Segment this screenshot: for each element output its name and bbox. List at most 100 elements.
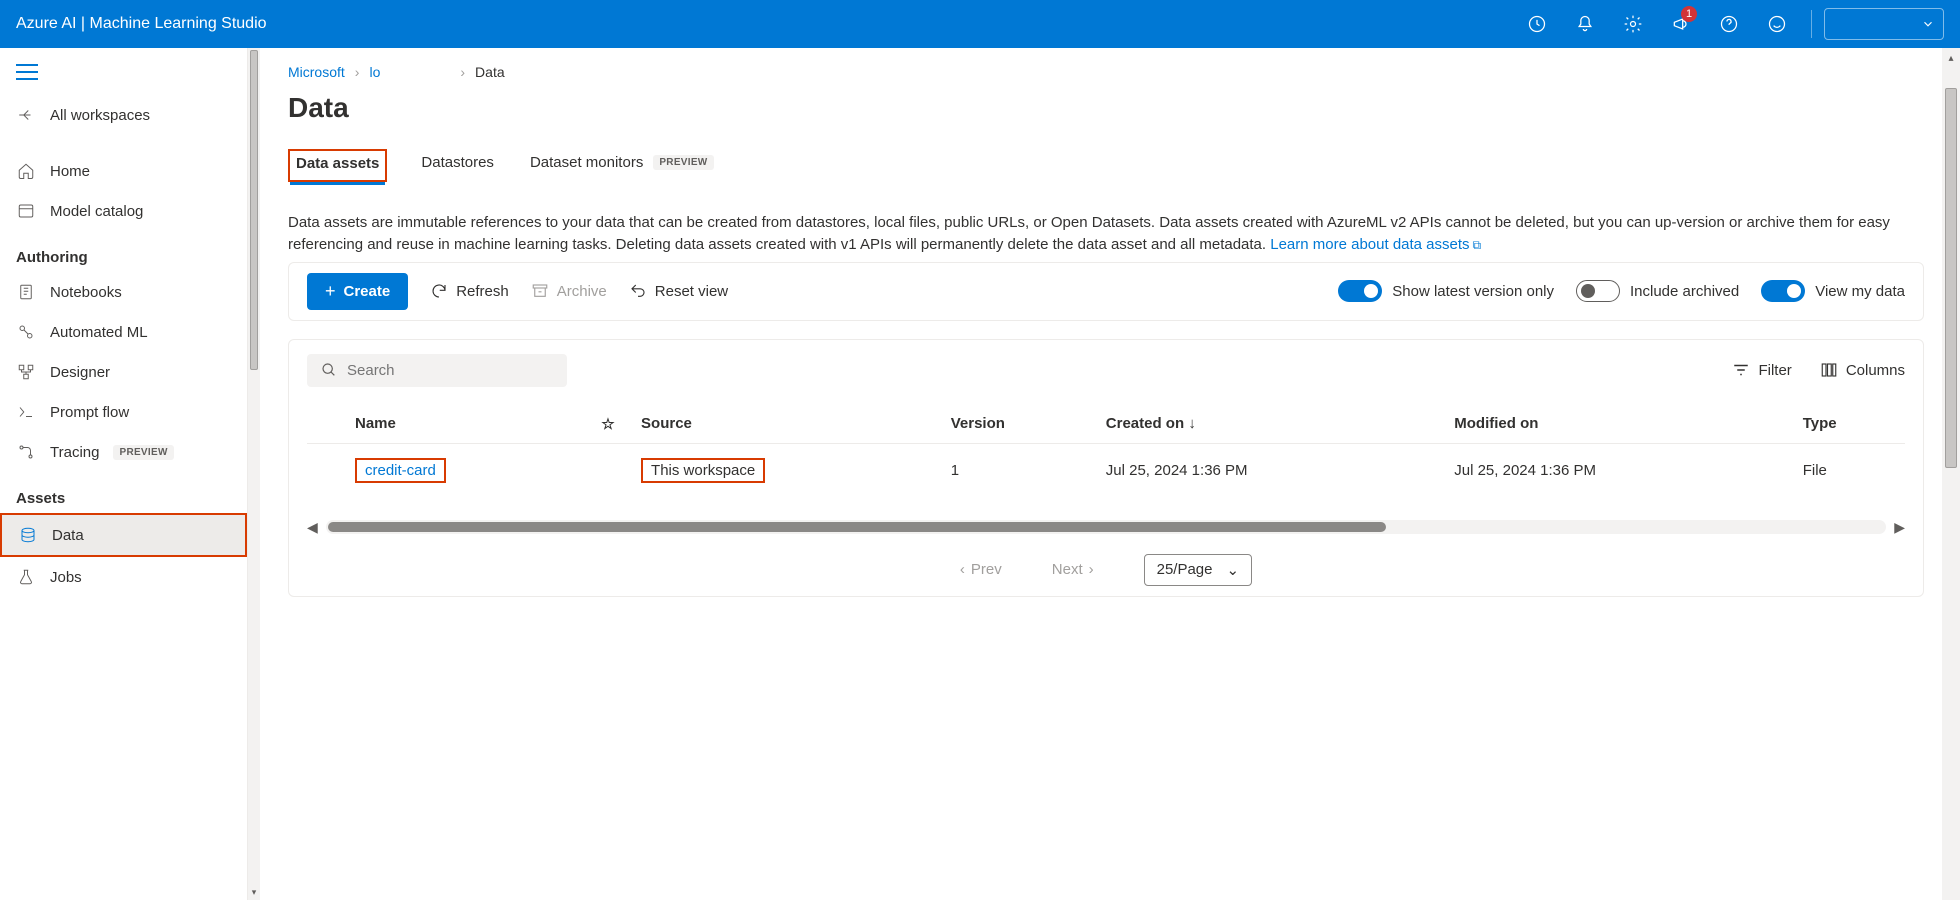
col-source[interactable]: Source: [633, 405, 943, 444]
learn-more-link[interactable]: Learn more about data assets⧉: [1270, 236, 1481, 253]
scroll-left-icon[interactable]: ◀: [307, 519, 318, 536]
nav-prompt-flow[interactable]: Prompt flow: [0, 392, 247, 432]
search-input-wrapper[interactable]: [307, 354, 567, 387]
home-icon: [16, 161, 36, 181]
nav-automated-ml[interactable]: Automated ML: [0, 312, 247, 352]
scroll-right-icon[interactable]: ▶: [1894, 519, 1905, 536]
toggle-show-latest[interactable]: Show latest version only: [1338, 280, 1554, 302]
notification-badge: 1: [1681, 6, 1697, 22]
external-link-icon: ⧉: [1473, 238, 1482, 252]
table-header-row: Name ☆ Source Version Created on ↓ Modif…: [307, 405, 1905, 444]
sort-desc-icon: ↓: [1188, 415, 1196, 432]
tab-datastores[interactable]: Datastores: [419, 148, 496, 183]
asset-source: This workspace: [641, 458, 765, 483]
breadcrumb-root[interactable]: Microsoft: [288, 64, 345, 80]
reset-view-button[interactable]: Reset view: [629, 282, 728, 300]
nav-model-catalog[interactable]: Model catalog: [0, 191, 247, 231]
chevron-down-icon: ⌄: [1227, 561, 1240, 579]
notifications-icon[interactable]: [1563, 2, 1607, 46]
col-type[interactable]: Type: [1795, 405, 1905, 444]
designer-icon: [16, 362, 36, 382]
announcements-icon[interactable]: 1: [1659, 2, 1703, 46]
help-icon[interactable]: [1707, 2, 1751, 46]
nav-data[interactable]: Data: [0, 513, 247, 557]
toggle-view-my-data[interactable]: View my data: [1761, 280, 1905, 302]
col-modified[interactable]: Modified on: [1446, 405, 1794, 444]
archive-icon: [531, 282, 549, 300]
account-switcher[interactable]: [1824, 8, 1944, 40]
recent-icon[interactable]: [1515, 2, 1559, 46]
next-page-button[interactable]: Next›: [1052, 561, 1094, 578]
nav-label: Automated ML: [50, 324, 148, 341]
nav-all-workspaces[interactable]: All workspaces: [0, 95, 247, 135]
nav-jobs[interactable]: Jobs: [0, 557, 247, 597]
nav-label: Notebooks: [50, 284, 122, 301]
flask-icon: [16, 567, 36, 587]
col-created[interactable]: Created on ↓: [1098, 405, 1446, 444]
back-arrow-icon: [16, 105, 36, 125]
chevron-right-icon: ›: [1089, 561, 1094, 578]
create-button[interactable]: +Create: [307, 273, 408, 310]
app-title: Azure AI | Machine Learning Studio: [16, 15, 267, 33]
sidebar-scrollbar[interactable]: ▾: [248, 48, 260, 900]
asset-version: 1: [943, 443, 1098, 497]
data-table-card: Filter Columns Name ☆ Source Version Cre…: [288, 339, 1924, 597]
archive-button: Archive: [531, 282, 607, 300]
breadcrumb-current: Data: [475, 64, 505, 80]
nav-section-authoring: Authoring: [0, 231, 247, 272]
header-actions: 1: [1515, 2, 1944, 46]
search-input[interactable]: [347, 362, 553, 379]
data-assets-table: Name ☆ Source Version Created on ↓ Modif…: [307, 405, 1905, 497]
columns-icon: [1820, 361, 1838, 379]
tab-data-assets[interactable]: Data assets: [288, 149, 387, 182]
star-icon[interactable]: ☆: [601, 416, 614, 433]
global-header: Azure AI | Machine Learning Studio 1: [0, 0, 1960, 48]
horizontal-scrollbar[interactable]: ◀ ▶: [307, 519, 1905, 536]
main-scrollbar[interactable]: ▴: [1942, 48, 1960, 900]
nav-home[interactable]: Home: [0, 151, 247, 191]
nav-label: Home: [50, 163, 90, 180]
col-name[interactable]: Name: [347, 405, 583, 444]
chevron-right-icon: ›: [355, 64, 360, 80]
refresh-icon: [430, 282, 448, 300]
nav-label: Tracing: [50, 444, 99, 461]
chevron-left-icon: ‹: [960, 561, 965, 578]
page-title: Data: [288, 92, 1942, 124]
nav-label: All workspaces: [50, 107, 150, 124]
filter-icon: [1732, 361, 1750, 379]
nav-tracing[interactable]: TracingPREVIEW: [0, 432, 247, 472]
breadcrumb-workspace[interactable]: lo: [369, 64, 380, 80]
pagination: ‹Prev Next› 25/Page⌄: [307, 554, 1905, 586]
nav-notebooks[interactable]: Notebooks: [0, 272, 247, 312]
refresh-button[interactable]: Refresh: [430, 282, 509, 300]
toggle-include-archived[interactable]: Include archived: [1576, 280, 1739, 302]
main-content: Microsoft › lo › Data Data Data assets D…: [260, 48, 1942, 900]
tab-dataset-monitors[interactable]: Dataset monitorsPREVIEW: [528, 148, 716, 183]
breadcrumb: Microsoft › lo › Data: [288, 64, 1942, 80]
command-bar: +Create Refresh Archive Reset view Show …: [288, 262, 1924, 321]
col-version[interactable]: Version: [943, 405, 1098, 444]
feedback-icon[interactable]: [1755, 2, 1799, 46]
collapse-nav-button[interactable]: [0, 56, 247, 95]
header-divider: [1811, 10, 1812, 38]
chevron-right-icon: ›: [460, 64, 465, 80]
nav-designer[interactable]: Designer: [0, 352, 247, 392]
table-row[interactable]: credit-card This workspace 1 Jul 25, 202…: [307, 443, 1905, 497]
tracing-icon: [16, 442, 36, 462]
page-size-select[interactable]: 25/Page⌄: [1144, 554, 1252, 586]
filter-button[interactable]: Filter: [1732, 361, 1791, 379]
nav-label: Designer: [50, 364, 110, 381]
nav-label: Jobs: [50, 569, 82, 586]
settings-icon[interactable]: [1611, 2, 1655, 46]
asset-name-link[interactable]: credit-card: [355, 458, 446, 483]
nav-label: Prompt flow: [50, 404, 129, 421]
nav-label: Model catalog: [50, 203, 143, 220]
asset-created: Jul 25, 2024 1:36 PM: [1098, 443, 1446, 497]
search-icon: [321, 362, 337, 378]
asset-modified: Jul 25, 2024 1:36 PM: [1446, 443, 1794, 497]
nav-label: Data: [52, 527, 84, 544]
catalog-icon: [16, 201, 36, 221]
prev-page-button[interactable]: ‹Prev: [960, 561, 1002, 578]
nav-section-assets: Assets: [0, 472, 247, 513]
columns-button[interactable]: Columns: [1820, 361, 1905, 379]
